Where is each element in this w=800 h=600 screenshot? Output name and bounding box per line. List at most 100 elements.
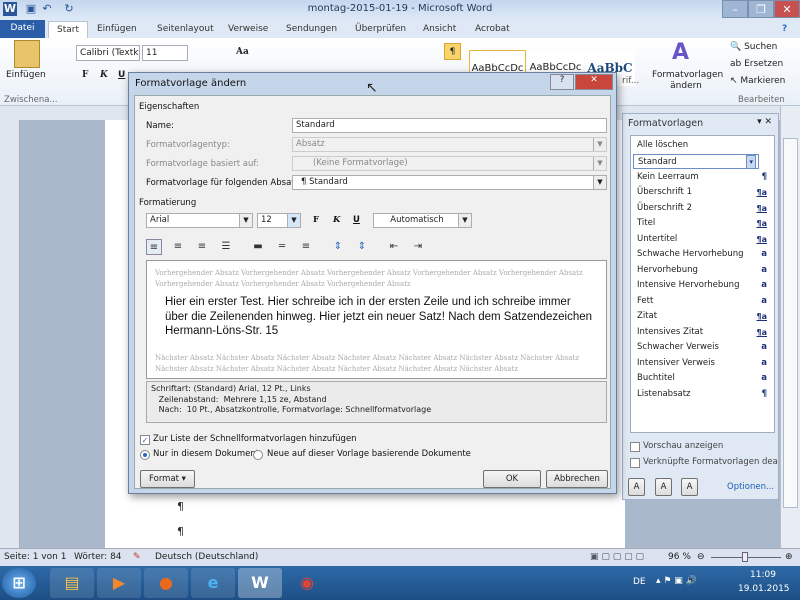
one-half-spacing-icon[interactable]: ═ bbox=[274, 239, 290, 255]
style-list-item[interactable]: Listenabsatz ¶ bbox=[637, 387, 769, 402]
bold-toggle[interactable]: F bbox=[313, 215, 319, 225]
increase-indent-icon[interactable]: ⇥ bbox=[410, 239, 426, 255]
align-center-icon[interactable]: ≡ bbox=[170, 239, 186, 255]
change-styles-button[interactable]: Formatvorlagen ändern bbox=[652, 70, 723, 92]
underline-toggle[interactable]: U bbox=[353, 215, 360, 225]
double-spacing-icon[interactable]: ≡ bbox=[298, 239, 314, 255]
style-type-select[interactable]: Absatz ▼ bbox=[292, 137, 607, 152]
change-case-button[interactable]: Aa bbox=[236, 47, 249, 57]
manage-styles-icon[interactable]: A bbox=[681, 478, 698, 496]
proofing-icon[interactable]: ✎ bbox=[133, 549, 141, 566]
space-after-icon[interactable]: ⇕ bbox=[354, 239, 370, 255]
tab-datei[interactable]: Datei bbox=[0, 20, 45, 38]
cancel-button[interactable]: Abbrechen bbox=[546, 470, 608, 488]
firefox-icon[interactable]: ● bbox=[144, 568, 188, 598]
color-select[interactable]: Automatisch ▼ bbox=[373, 213, 472, 228]
style-list-item[interactable]: Überschrift 1 ¶a bbox=[637, 185, 769, 200]
show-formatting-button[interactable]: ¶ bbox=[444, 43, 461, 60]
show-preview-checkbox[interactable] bbox=[630, 442, 640, 452]
add-quick-styles-checkbox[interactable]: ✓ bbox=[140, 435, 150, 445]
next-style-select[interactable]: ¶ Standard ▼ bbox=[292, 175, 607, 190]
style-list-item[interactable]: Schwache Hervorhebung a bbox=[637, 247, 769, 262]
style-list-item[interactable]: Intensives Zitat ¶a bbox=[637, 325, 769, 340]
format-menu-button[interactable]: Format ▾ bbox=[140, 470, 195, 488]
style-list-item[interactable]: Hervorhebung a bbox=[637, 263, 769, 278]
vertical-scrollbar[interactable] bbox=[780, 106, 800, 548]
explorer-icon[interactable]: ▤ bbox=[50, 568, 94, 598]
scrollbar-thumb[interactable] bbox=[783, 138, 798, 508]
size-select[interactable]: 12 ▼ bbox=[257, 213, 301, 228]
dialog-close-button[interactable]: ✕ bbox=[575, 74, 613, 90]
only-this-document-radio[interactable] bbox=[140, 450, 150, 460]
style-list-item[interactable]: Intensive Hervorhebung a bbox=[637, 278, 769, 293]
disable-linked-checkbox[interactable] bbox=[630, 458, 640, 468]
new-style-icon[interactable]: A bbox=[628, 478, 645, 496]
options-link[interactable]: Optionen... bbox=[727, 482, 774, 492]
word-count[interactable]: Wörter: 84 bbox=[74, 549, 122, 566]
zoom-level[interactable]: 96 % bbox=[668, 549, 691, 566]
style-list-item[interactable]: Buchtitel a bbox=[637, 371, 769, 386]
italic-toggle[interactable]: K bbox=[333, 215, 340, 225]
style-list-item[interactable]: Untertitel ¶a bbox=[637, 232, 769, 247]
view-buttons[interactable]: ▣ ▢ ▢ ▢ ▢ bbox=[590, 549, 644, 566]
underline-button[interactable]: U bbox=[118, 70, 125, 80]
internet-explorer-icon[interactable]: e bbox=[191, 568, 235, 598]
help-icon[interactable]: ? bbox=[782, 21, 787, 38]
clear-all-item[interactable]: Alle löschen bbox=[637, 138, 769, 153]
decrease-indent-icon[interactable]: ⇤ bbox=[386, 239, 402, 255]
clock-date[interactable]: 19.01.2015 bbox=[738, 584, 790, 594]
tab-ueberpruefen[interactable]: Überprüfen bbox=[355, 21, 406, 38]
tab-ansicht[interactable]: Ansicht bbox=[423, 21, 456, 38]
close-window-button[interactable]: ✕ bbox=[774, 0, 800, 18]
clock-time[interactable]: 11:09 bbox=[750, 570, 776, 580]
justify-icon[interactable]: ☰ bbox=[218, 239, 234, 255]
media-player-icon[interactable]: ▶ bbox=[97, 568, 141, 598]
ok-button[interactable]: OK bbox=[483, 470, 541, 488]
style-list-item[interactable]: Überschrift 2 ¶a bbox=[637, 201, 769, 216]
tab-sendungen[interactable]: Sendungen bbox=[286, 21, 337, 38]
align-right-icon[interactable]: ≡ bbox=[194, 239, 210, 255]
page-count[interactable]: Seite: 1 von 1 bbox=[4, 549, 66, 566]
name-input[interactable]: Standard bbox=[292, 118, 607, 133]
align-left-icon[interactable]: ≡ bbox=[146, 239, 162, 255]
help-button[interactable]: ? bbox=[550, 74, 574, 90]
word-taskbar-icon[interactable]: W bbox=[238, 568, 282, 598]
single-spacing-icon[interactable]: ▬ bbox=[250, 239, 266, 255]
zoom-out-button[interactable]: ⊖ bbox=[697, 549, 705, 566]
style-list-item[interactable]: Kein Leerraum ¶ bbox=[637, 170, 769, 185]
font-select[interactable]: Arial ▼ bbox=[146, 213, 253, 228]
based-on-select[interactable]: (Keine Formatvorlage) ▼ bbox=[292, 156, 607, 171]
pane-close-icon[interactable]: ▾ ✕ bbox=[757, 117, 772, 127]
language[interactable]: Deutsch (Deutschland) bbox=[155, 549, 258, 566]
tab-acrobat[interactable]: Acrobat bbox=[475, 21, 510, 38]
tray-icons[interactable]: ▴ ⚑ ▣ 🔊 bbox=[656, 576, 697, 586]
style-list-item[interactable]: Zitat ¶a bbox=[637, 309, 769, 324]
space-before-icon[interactable]: ⇕ bbox=[330, 239, 346, 255]
replace-button[interactable]: ab Ersetzen bbox=[730, 59, 783, 69]
select-button[interactable]: ↖ Markieren bbox=[730, 76, 785, 86]
font-size-combo[interactable]: 11 bbox=[142, 45, 188, 61]
start-button[interactable]: ⊞ bbox=[2, 568, 36, 598]
bold-button[interactable]: F bbox=[82, 70, 88, 80]
style-list-item[interactable]: Schwacher Verweis a bbox=[637, 340, 769, 355]
paste-button[interactable]: Einfügen bbox=[6, 70, 46, 80]
paste-icon[interactable] bbox=[14, 40, 40, 68]
tab-verweise[interactable]: Verweise bbox=[228, 21, 268, 38]
chevron-down-icon[interactable]: ▾ bbox=[746, 155, 756, 169]
italic-button[interactable]: K bbox=[100, 70, 108, 80]
font-name-combo[interactable]: Calibri (Textk bbox=[76, 45, 140, 61]
zoom-slider-thumb[interactable] bbox=[741, 552, 748, 562]
maximize-button[interactable]: ❐ bbox=[748, 0, 774, 18]
zoom-in-button[interactable]: ⊕ bbox=[785, 549, 793, 566]
style-list-item[interactable]: Intensiver Verweis a bbox=[637, 356, 769, 371]
style-list-item[interactable]: Fett a bbox=[637, 294, 769, 309]
tab-start[interactable]: Start bbox=[48, 21, 88, 38]
chrome-icon[interactable]: ◉ bbox=[285, 568, 329, 598]
new-documents-radio[interactable] bbox=[253, 450, 263, 460]
search-button[interactable]: 🔍 Suchen bbox=[730, 42, 777, 52]
style-inspector-icon[interactable]: A bbox=[655, 478, 672, 496]
tab-einfuegen[interactable]: Einfügen bbox=[97, 21, 137, 38]
minimize-button[interactable]: – bbox=[722, 0, 748, 18]
style-list-item[interactable]: Titel ¶a bbox=[637, 216, 769, 231]
input-language[interactable]: DE bbox=[633, 577, 646, 587]
